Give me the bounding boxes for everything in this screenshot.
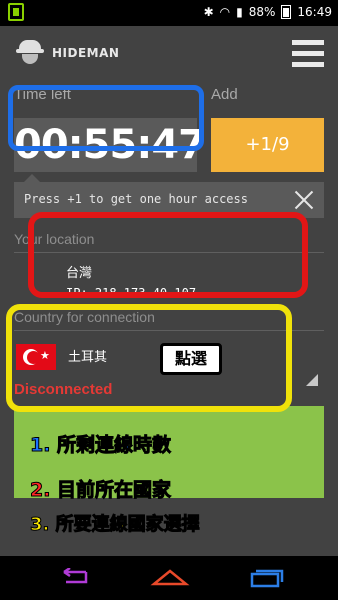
recent-apps-icon[interactable] [246,568,286,588]
app-bar: HIDEMAN [0,26,338,80]
battery-percent: 88% [248,5,276,19]
bluetooth-icon: ✱ [203,5,214,19]
timer-highlight [8,85,204,151]
notification-icon [8,3,24,21]
signal-icon: ▮ [236,5,243,19]
close-icon[interactable] [292,188,316,212]
android-nav-bar [0,556,338,600]
annotation-2: 2. 目前所在國家 [29,479,172,502]
wifi-icon: ◠ [219,5,231,19]
spy-logo-icon [16,40,44,66]
battery-icon [281,5,292,19]
location-highlight [28,212,308,298]
add-label: Add [211,86,238,103]
annotation-3: 3. 所要連線國家選擇 [30,514,201,536]
home-icon[interactable] [150,568,190,588]
clock: 16:49 [297,5,332,19]
tip-arrow [24,174,40,182]
connection-highlight [6,304,292,412]
annotation-1: 1. 所剩連線時數 [29,434,172,457]
back-icon[interactable] [54,568,94,588]
status-icons: ✱ ◠ ▮ 88% 16:49 [204,5,332,19]
status-bar: ✱ ◠ ▮ 88% 16:49 [0,0,338,26]
add-hour-button[interactable]: +1/9 [211,118,324,172]
menu-icon[interactable] [292,40,324,68]
dropdown-arrow-icon[interactable] [306,374,318,386]
brand-name: HIDEMAN [52,46,120,60]
tip-text: Press +1 to get one hour access [24,192,248,206]
click-note: 點選 [160,343,222,375]
